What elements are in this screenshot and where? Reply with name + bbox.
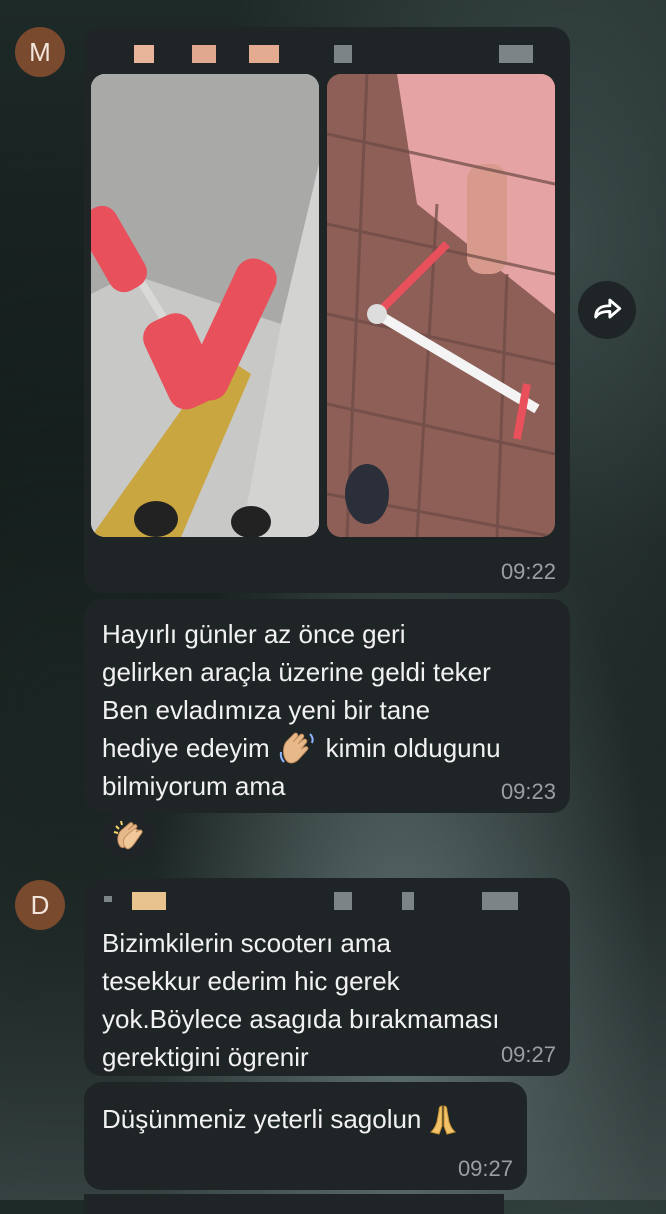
message-time: 09:27 [457,1156,513,1181]
photo-2-image [327,74,555,537]
partial-message-bubble[interactable] [84,1194,504,1214]
forward-button[interactable] [578,281,636,339]
photo-message-bubble[interactable]: 09:22 [84,27,570,593]
message-line: Ben evladımıza yeni bir tane [102,695,431,725]
message-text: Hayırlı günler az önce geri gelirken ara… [102,615,562,805]
photo-1-image [91,74,319,537]
avatar-letter: M [29,36,51,67]
clapping-hands-icon [113,820,143,850]
message-line: Bizimkilerin scooterı ama [102,928,391,958]
message-time: 09:22 [500,559,556,584]
message-line: bilmiyorum ama [102,771,286,801]
message-time: 09:23 [500,779,556,804]
message-text: Bizimkilerin scooterı ama tesekkur ederi… [102,924,562,1076]
folded-hands-icon [427,1102,459,1136]
text-message-bubble[interactable]: Düşünmeniz yeterli sagolun 09:27 [84,1082,527,1190]
photo-scooter-1[interactable] [91,74,319,537]
avatar-d[interactable]: D [15,880,65,930]
message-line: Düşünmeniz yeterli sagolun [102,1104,422,1134]
message-line: hediye edeyim [102,733,270,763]
text-message-bubble[interactable]: Hayırlı günler az önce geri gelirken ara… [84,599,570,813]
message-text: Düşünmeniz yeterli sagolun [102,1100,459,1138]
avatar-m[interactable]: M [15,27,65,77]
reaction-badge[interactable] [101,811,157,859]
message-line: Hayırlı günler az önce geri [102,619,406,649]
photo-scooter-2[interactable] [327,74,555,537]
message-line: yok.Böylece asagıda bırakmaması [102,1004,500,1034]
forward-icon [594,298,622,319]
message-line: gelirken araçla üzerine geldi teker [102,657,491,687]
message-line: tesekkur ederim hic gerek [102,966,400,996]
waving-hand-icon [278,730,318,766]
message-time: 09:27 [500,1042,556,1067]
message-line: kimin oldugunu [325,733,501,763]
text-message-bubble[interactable]: Bizimkilerin scooterı ama tesekkur ederi… [84,878,570,1076]
avatar-letter: D [30,889,50,920]
message-line: gerektigini ögrenir [102,1042,309,1072]
